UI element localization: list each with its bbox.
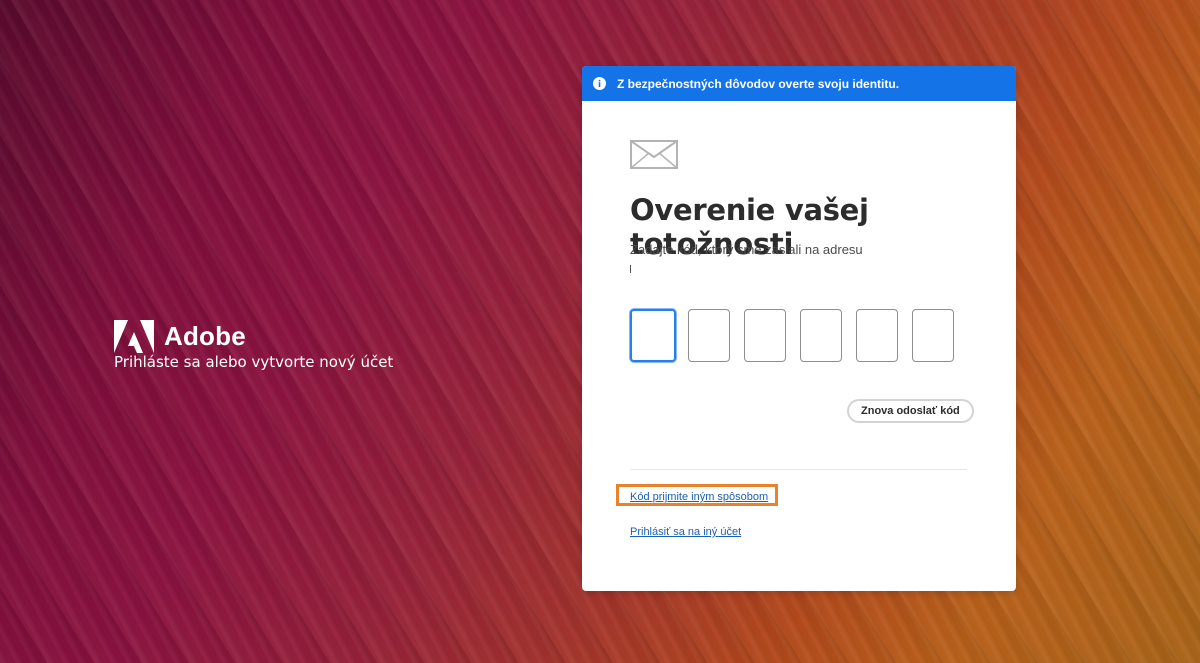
code-digit-input-1[interactable] [630, 309, 676, 362]
divider [630, 469, 967, 470]
email-address-placeholder [630, 265, 631, 273]
code-digit-input-2[interactable] [688, 309, 730, 362]
banner-text: Z bezpečnostných dôvodov overte svoju id… [617, 76, 900, 91]
adobe-logo-icon [114, 320, 154, 353]
alt-method-link[interactable]: Kód prijmite iným spôsobom [630, 491, 768, 503]
resend-code-button[interactable]: Znova odoslať kód [847, 399, 974, 423]
security-banner: Z bezpečnostných dôvodov overte svoju id… [582, 66, 1016, 101]
info-icon [593, 77, 606, 90]
envelope-icon [630, 140, 678, 169]
other-account-link[interactable]: Prihlásiť sa na iný účet [630, 526, 741, 538]
brand-row: Adobe [114, 320, 393, 353]
code-digit-input-6[interactable] [912, 309, 954, 362]
verify-card: Z bezpečnostných dôvodov overte svoju id… [582, 66, 1016, 591]
code-digit-input-3[interactable] [744, 309, 786, 362]
code-input-row [630, 309, 968, 362]
brand-tagline: Prihláste sa alebo vytvorte nový účet [114, 353, 394, 371]
brand-block: Adobe Prihláste sa alebo vytvorte nový ú… [114, 320, 393, 371]
brand-name: Adobe [164, 321, 246, 351]
code-digit-input-4[interactable] [800, 309, 842, 362]
code-digit-input-5[interactable] [856, 309, 898, 362]
instruction-text: Zadajte kód, ktorý sme zaslali na adresu [630, 242, 863, 257]
